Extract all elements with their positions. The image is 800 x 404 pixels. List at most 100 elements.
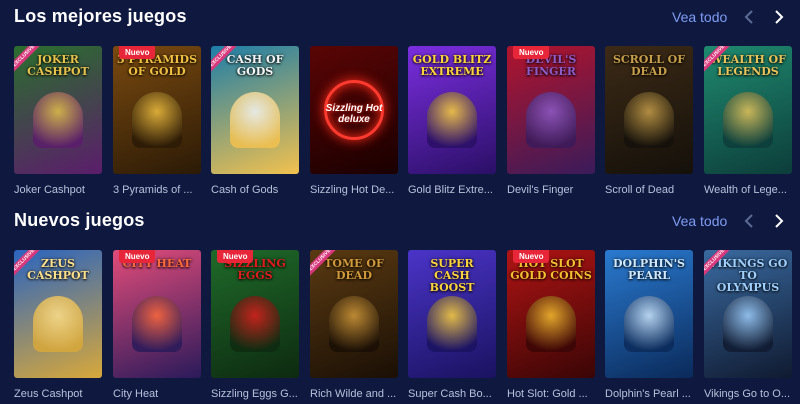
game-character-art [329, 296, 379, 352]
game-art: SUPER CASH BOOST [408, 250, 496, 378]
game-card[interactable]: WEALTH OF LEGENDS EXCLUSIVE Wealth of Lege… [704, 46, 792, 196]
game-card[interactable]: JOKER CASHPOT EXCLUSIVE Joker Cashpot [14, 46, 102, 196]
game-character-art [33, 296, 83, 352]
game-thumbnail[interactable]: HOT SLOT GOLD COINS Nuevo [507, 250, 595, 378]
game-art: ZEUS CASHPOT [14, 250, 102, 378]
game-title[interactable]: Scroll of Dead [605, 184, 693, 196]
game-card[interactable]: VIKINGS GO TO OLYMPUS EXCLUSIVE Vikings Go… [704, 250, 792, 400]
game-card[interactable]: DOLPHIN'S PEARL Dolphin's Pearl ... [605, 250, 693, 400]
game-title[interactable]: Vikings Go to O... [704, 388, 792, 400]
game-card[interactable]: ZEUS CASHPOT EXCLUSIVE Zeus Cashpot [14, 250, 102, 400]
game-title[interactable]: Wealth of Lege... [704, 184, 792, 196]
game-logo-text: SUPER CASH BOOST [429, 257, 475, 294]
chevron-left-icon[interactable] [740, 7, 758, 27]
game-thumbnail[interactable]: CITY HEAT Nuevo [113, 250, 201, 378]
game-title[interactable]: Hot Slot: Gold ... [507, 388, 595, 400]
game-card[interactable]: DEVIL'S FINGER Nuevo Devil's Finger [507, 46, 595, 196]
new-badge: Nuevo [217, 250, 254, 263]
game-thumbnail[interactable]: SCROLL OF DEAD [605, 46, 693, 174]
game-character-art [624, 92, 674, 148]
game-logo-text: CASH OF GODS [226, 53, 284, 78]
game-thumbnail[interactable]: SUPER CASH BOOST [408, 250, 496, 378]
game-thumbnail[interactable]: GOLD BLITZ EXTREME [408, 46, 496, 174]
game-title[interactable]: Super Cash Bo... [408, 388, 496, 400]
game-art: SIZZLING EGGS [211, 250, 299, 378]
game-character-art [132, 92, 182, 148]
game-logo-text: WEALTH OF LEGENDS [710, 53, 786, 78]
game-character-art [624, 296, 674, 352]
game-character-art [723, 92, 773, 148]
game-card[interactable]: SUPER CASH BOOST Super Cash Bo... [408, 250, 496, 400]
game-thumbnail[interactable]: ZEUS CASHPOT EXCLUSIVE [14, 250, 102, 378]
game-card[interactable]: TOME OF DEAD EXCLUSIVE Rich Wilde and ... [310, 250, 398, 400]
game-character-art [230, 296, 280, 352]
game-logo-text: TOME OF DEAD [324, 257, 384, 282]
game-logo-text: GOLD BLITZ EXTREME [412, 53, 492, 78]
section-new-games: Nuevos juegos Vea todo ZEUS CASHPOT EXCLU… [0, 204, 800, 400]
game-title[interactable]: Gold Blitz Extre... [408, 184, 496, 196]
game-art: 3 PYRAMIDS OF GOLD [113, 46, 201, 174]
game-character-art [132, 296, 182, 352]
game-title[interactable]: Dolphin's Pearl ... [605, 388, 693, 400]
see-all-link[interactable]: Vea todo [672, 213, 727, 229]
game-logo-text: SCROLL OF DEAD [612, 53, 686, 78]
section-header: Nuevos juegos Vea todo [0, 204, 800, 246]
game-thumbnail[interactable]: CASH OF GODS EXCLUSIVE [211, 46, 299, 174]
see-all-link[interactable]: Vea todo [672, 9, 727, 25]
game-art: SCROLL OF DEAD [605, 46, 693, 174]
game-thumbnail[interactable]: JOKER CASHPOT EXCLUSIVE [14, 46, 102, 174]
game-logo-text: DOLPHIN'S PEARL [612, 257, 686, 282]
game-art: DEVIL'S FINGER [507, 46, 595, 174]
section-header: Los mejores juegos Vea todo [0, 0, 800, 42]
game-character-art [723, 296, 773, 352]
game-art: HOT SLOT GOLD COINS [507, 250, 595, 378]
game-card[interactable]: CITY HEAT Nuevo City Heat [113, 250, 201, 400]
game-title[interactable]: City Heat [113, 388, 201, 400]
game-thumbnail[interactable]: WEALTH OF LEGENDS EXCLUSIVE [704, 46, 792, 174]
game-title[interactable]: Devil's Finger [507, 184, 595, 196]
new-badge: Nuevo [513, 250, 550, 263]
new-badge: Nuevo [119, 250, 156, 263]
section-best-games: Los mejores juegos Vea todo JOKER CASHPO… [0, 0, 800, 196]
game-thumbnail[interactable]: 3 PYRAMIDS OF GOLD Nuevo [113, 46, 201, 174]
game-thumbnail[interactable]: TOME OF DEAD EXCLUSIVE [310, 250, 398, 378]
game-thumbnail[interactable]: DOLPHIN'S PEARL [605, 250, 693, 378]
game-art: GOLD BLITZ EXTREME [408, 46, 496, 174]
game-logo-text: JOKER CASHPOT [27, 53, 89, 78]
game-title[interactable]: Sizzling Hot De... [310, 184, 398, 196]
game-art: TOME OF DEAD [310, 250, 398, 378]
chevron-right-icon[interactable] [770, 7, 788, 27]
game-thumbnail[interactable]: Sizzling Hot deluxe [310, 46, 398, 174]
game-art: JOKER CASHPOT [14, 46, 102, 174]
game-card[interactable]: GOLD BLITZ EXTREME Gold Blitz Extre... [408, 46, 496, 196]
game-title[interactable]: Sizzling Eggs G... [211, 388, 299, 400]
game-art: Sizzling Hot deluxe [310, 46, 398, 174]
chevron-right-icon[interactable] [770, 211, 788, 231]
game-logo-text: ZEUS CASHPOT [27, 257, 89, 282]
game-thumbnail[interactable]: SIZZLING EGGS Nuevo [211, 250, 299, 378]
game-card[interactable]: SIZZLING EGGS Nuevo Sizzling Eggs G... [211, 250, 299, 400]
game-card[interactable]: Sizzling Hot deluxe Sizzling Hot De... [310, 46, 398, 196]
new-badge: Nuevo [513, 46, 550, 59]
game-card[interactable]: CASH OF GODS EXCLUSIVE Cash of Gods [211, 46, 299, 196]
game-logo-text: VIKINGS GO TO OLYMPUS [708, 257, 788, 294]
game-character-art [526, 92, 576, 148]
game-thumbnail[interactable]: DEVIL'S FINGER Nuevo [507, 46, 595, 174]
game-card[interactable]: SCROLL OF DEAD Scroll of Dead [605, 46, 693, 196]
game-title[interactable]: Rich Wilde and ... [310, 388, 398, 400]
game-title[interactable]: 3 Pyramids of ... [113, 184, 201, 196]
game-thumbnail[interactable]: VIKINGS GO TO OLYMPUS EXCLUSIVE [704, 250, 792, 378]
game-character-art [427, 92, 477, 148]
chevron-left-icon[interactable] [740, 211, 758, 231]
game-character-art [427, 296, 477, 352]
game-title[interactable]: Cash of Gods [211, 184, 299, 196]
section-title: Los mejores juegos [14, 6, 187, 26]
game-character-art [526, 296, 576, 352]
game-art: WEALTH OF LEGENDS [704, 46, 792, 174]
game-card[interactable]: HOT SLOT GOLD COINS Nuevo Hot Slot: Gold .… [507, 250, 595, 400]
game-logo-text: Sizzling Hot deluxe [325, 103, 383, 125]
game-title[interactable]: Joker Cashpot [14, 184, 102, 196]
game-card[interactable]: 3 PYRAMIDS OF GOLD Nuevo 3 Pyramids of ... [113, 46, 201, 196]
game-title[interactable]: Zeus Cashpot [14, 388, 102, 400]
new-badge: Nuevo [119, 46, 156, 59]
